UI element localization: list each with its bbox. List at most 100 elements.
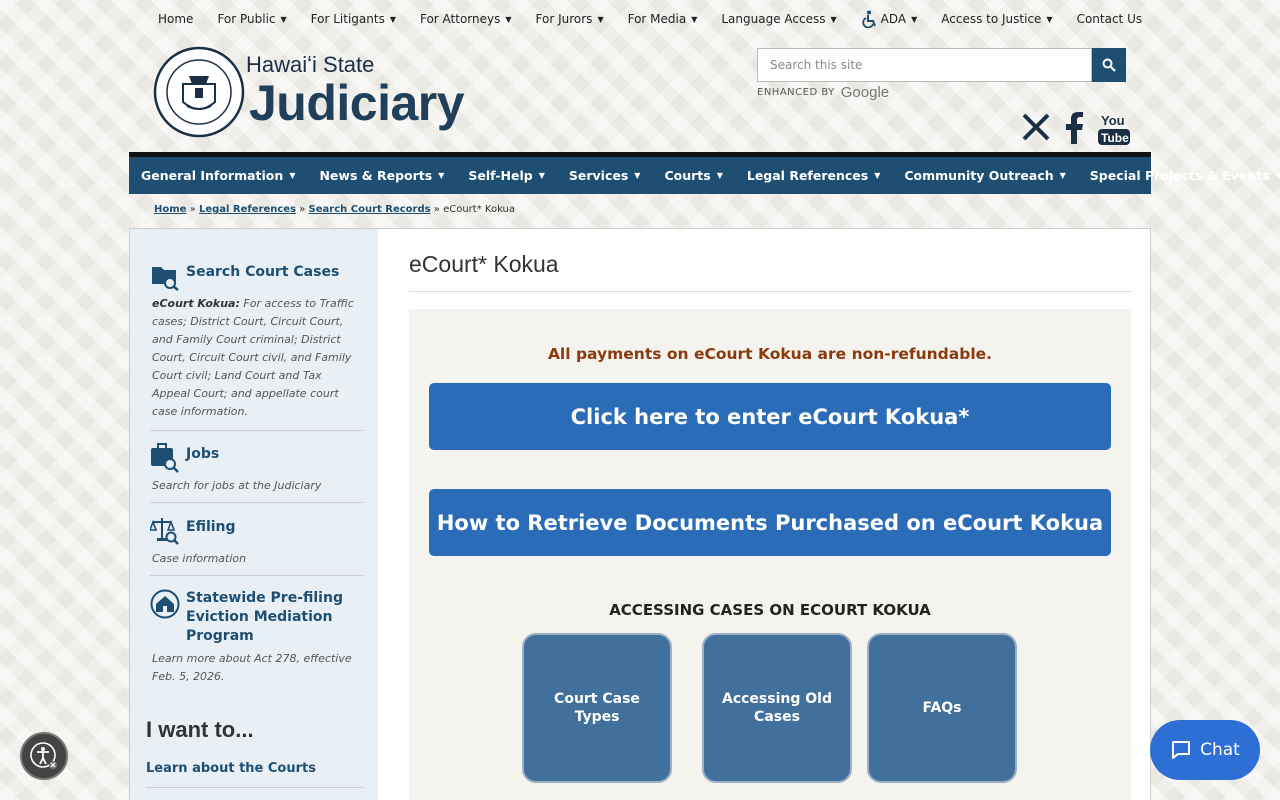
- breadcrumb-separator: »: [433, 204, 440, 215]
- mainnav-courts[interactable]: Courts ▼: [652, 168, 734, 183]
- breadcrumb-search-court-records[interactable]: Search Court Records: [309, 204, 431, 215]
- youtube-icon[interactable]: You Tube: [1097, 112, 1131, 146]
- sidebar-search-court-cases-link[interactable]: Search Court Cases: [150, 261, 363, 291]
- mainnav-courts-label: Courts: [664, 168, 711, 183]
- topnav-contact-us[interactable]: Contact Us: [1077, 12, 1155, 26]
- sidebar: Search Court Cases eCourt Kokua: For acc…: [130, 229, 378, 800]
- caret-down-icon: ▼: [911, 14, 918, 24]
- enter-ecourt-kokua-button[interactable]: Click here to enter eCourt Kokua*: [429, 383, 1111, 450]
- chat-button[interactable]: Chat: [1150, 720, 1260, 780]
- mainnav-legal-references[interactable]: Legal References ▼: [735, 168, 893, 183]
- topnav-for-jurors[interactable]: For Jurors ▼: [536, 12, 616, 26]
- mainnav-news-reports[interactable]: News & Reports ▼: [307, 168, 456, 183]
- topnav-home-label: Home: [158, 12, 194, 26]
- mainnav-special-projects[interactable]: Special Projects & Events ▼: [1078, 168, 1280, 183]
- caret-down-icon: ▼: [716, 171, 723, 180]
- mainnav-general-information-label: General Information: [141, 168, 284, 183]
- tile-accessing-old-cases[interactable]: Accessing Old Cases: [702, 633, 852, 783]
- caret-down-icon: ▼: [438, 171, 445, 180]
- topnav-home[interactable]: Home: [158, 12, 205, 26]
- divider: [146, 787, 363, 788]
- caret-down-icon: ▼: [280, 14, 287, 24]
- learn-about-courts-link[interactable]: Learn about the Courts: [146, 761, 316, 776]
- topnav-language-access[interactable]: Language Access ▼: [721, 12, 848, 26]
- topnav-language-access-label: Language Access: [721, 12, 826, 26]
- breadcrumb: Home » Legal References » Search Court R…: [154, 204, 515, 215]
- google-logo: Google: [840, 84, 890, 101]
- breadcrumb-separator: »: [189, 204, 196, 215]
- mainnav-services-label: Services: [568, 168, 629, 183]
- tile-accessing-old-cases-label: Accessing Old Cases: [722, 691, 832, 725]
- topnav-for-attorneys-label: For Attorneys: [419, 12, 501, 26]
- ecourt-panel: All payments on eCourt Kokua are non-ref…: [409, 309, 1131, 800]
- enhanced-by-google: ENHANCED BY Google: [757, 84, 889, 101]
- retrieve-documents-button[interactable]: How to Retrieve Documents Purchased on e…: [429, 489, 1111, 556]
- mainnav-self-help[interactable]: Self-Help ▼: [456, 168, 557, 183]
- topnav-ada-label: ADA: [880, 12, 907, 26]
- title-divider: [409, 291, 1131, 292]
- facebook-icon[interactable]: [1065, 112, 1083, 144]
- content-area: Search Court Cases eCourt Kokua: For acc…: [129, 228, 1151, 800]
- search-input[interactable]: [757, 48, 1092, 82]
- caret-down-icon: ▼: [1046, 14, 1053, 24]
- mainnav-community-outreach[interactable]: Community Outreach ▼: [892, 168, 1077, 183]
- sidebar-efiling-title: Efiling: [186, 519, 236, 535]
- ecourt-kokua-label: eCourt Kokua:: [152, 297, 240, 310]
- breadcrumb-legal-references[interactable]: Legal References: [199, 204, 296, 215]
- caret-down-icon: ▼: [691, 14, 698, 24]
- ecourt-kokua-desc: For access to Traffic cases; District Co…: [152, 297, 354, 418]
- folder-search-icon: [152, 267, 179, 291]
- x-twitter-icon[interactable]: [1021, 112, 1051, 142]
- topnav-for-media-label: For Media: [627, 12, 687, 26]
- sidebar-jobs-link[interactable]: Jobs: [150, 443, 363, 473]
- topnav-for-public[interactable]: For Public ▼: [217, 12, 298, 26]
- i-want-to-heading: I want to...: [146, 717, 254, 742]
- tile-court-case-types-label: Court Case Types: [554, 691, 640, 725]
- site-search: [757, 48, 1126, 82]
- judiciary-seal-logo[interactable]: [153, 46, 245, 138]
- caret-down-icon: ▼: [289, 171, 296, 180]
- sidebar-efiling-link[interactable]: Efiling: [150, 516, 363, 546]
- caret-down-icon: ▼: [1275, 171, 1280, 180]
- topnav-for-jurors-label: For Jurors: [535, 12, 593, 26]
- breadcrumb-home[interactable]: Home: [154, 204, 186, 215]
- search-button[interactable]: [1092, 48, 1126, 82]
- non-refundable-notice: All payments on eCourt Kokua are non-ref…: [547, 345, 993, 363]
- caret-down-icon: ▼: [505, 14, 512, 24]
- sidebar-eviction-mediation-link[interactable]: Statewide Pre-filing Eviction Mediation …: [150, 589, 363, 646]
- sidebar-efiling: Efiling Case information: [150, 516, 363, 576]
- sidebar-search-court-cases-title: Search Court Cases: [186, 264, 340, 280]
- tile-faqs[interactable]: FAQs: [867, 633, 1017, 783]
- sidebar-search-court-cases: Search Court Cases eCourt Kokua: For acc…: [150, 261, 363, 431]
- accessibility-icon: [30, 742, 57, 769]
- top-nav: Home For Public ▼ For Litigants ▼ For Atto…: [158, 0, 1166, 38]
- mainnav-community-outreach-label: Community Outreach: [904, 168, 1054, 183]
- mainnav-legal-references-label: Legal References: [746, 168, 869, 183]
- caret-down-icon: ▼: [1059, 171, 1066, 180]
- topnav-for-attorneys[interactable]: For Attorneys ▼: [420, 12, 524, 26]
- sidebar-eviction-mediation-title: Statewide Pre-filing Eviction Mediation …: [186, 590, 343, 644]
- accessing-cases-heading: ACCESSING CASES ON ECOURT KOKUA: [609, 601, 931, 619]
- search-icon: [1102, 58, 1116, 72]
- wheelchair-icon: [861, 10, 876, 28]
- sidebar-search-court-cases-desc: eCourt Kokua: For access to Traffic case…: [150, 295, 363, 421]
- topnav-access-to-justice-label: Access to Justice: [941, 12, 1042, 26]
- topnav-for-litigants-label: For Litigants: [310, 12, 385, 26]
- sidebar-jobs-desc: Search for jobs at the Judiciary: [152, 479, 322, 492]
- caret-down-icon: ▼: [538, 171, 545, 180]
- caret-down-icon: ▼: [830, 14, 837, 24]
- breadcrumb-separator: »: [299, 204, 306, 215]
- brand-title[interactable]: Judiciary: [249, 74, 465, 132]
- mainnav-general-information[interactable]: General Information ▼: [129, 168, 307, 183]
- chat-label: Chat: [1200, 740, 1240, 760]
- accessibility-button[interactable]: [20, 732, 68, 780]
- tile-court-case-types[interactable]: Court Case Types: [522, 633, 672, 783]
- topnav-access-to-justice[interactable]: Access to Justice ▼: [941, 12, 1064, 26]
- topnav-ada[interactable]: ADA ▼: [861, 10, 930, 28]
- topnav-contact-us-label: Contact Us: [1076, 12, 1143, 26]
- mainnav-services[interactable]: Services ▼: [557, 168, 653, 183]
- page-title: eCourt* Kokua: [409, 251, 559, 277]
- topnav-for-litigants[interactable]: For Litigants ▼: [311, 12, 408, 26]
- topnav-for-public-label: For Public: [217, 12, 276, 26]
- topnav-for-media[interactable]: For Media ▼: [628, 12, 710, 26]
